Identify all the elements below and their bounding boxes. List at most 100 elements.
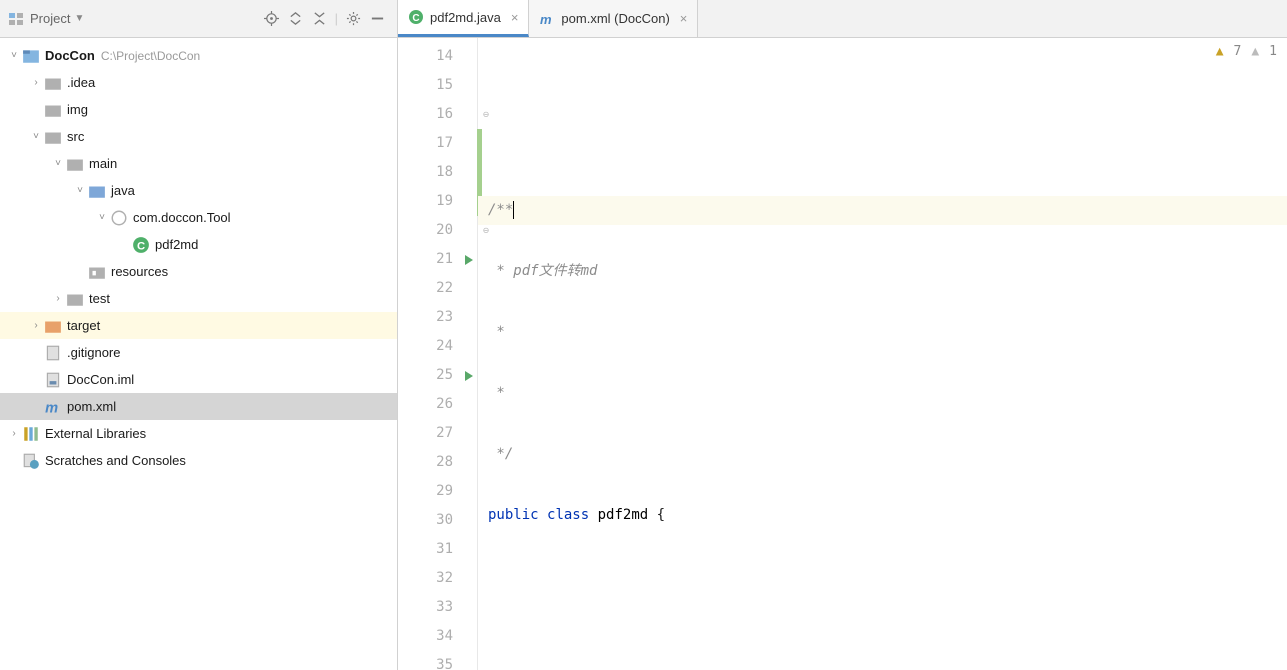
tree-file-iml[interactable]: DocCon.iml [0,366,397,393]
project-view-label[interactable]: Project [30,11,70,26]
tab-label: pom.xml (DocCon) [561,11,669,26]
line-number[interactable]: 28 [398,448,477,477]
line-number[interactable]: 30 [398,506,477,535]
tree-label: java [111,183,135,198]
tab-pom[interactable]: m pom.xml (DocCon) × [529,0,698,37]
tree-label: .idea [67,75,95,90]
svg-text:m: m [45,400,58,415]
run-gutter-icon[interactable] [465,371,473,381]
tree-label: target [67,318,100,333]
chevron-down-icon[interactable]: ▼ [74,13,84,24]
code-line[interactable] [478,74,1287,103]
chevron-down-icon[interactable]: ˅ [94,212,110,223]
line-number[interactable]: 22 [398,274,477,303]
folder-icon [66,155,84,173]
line-number[interactable]: 20⊖ [398,216,477,245]
editor-gutter[interactable]: 14 15 16⊖ 17 18 19 20⊖ 21 22 23 24 25 26… [398,38,478,670]
excluded-folder-icon [44,317,62,335]
code-line[interactable]: */ [478,440,1287,469]
folder-icon [66,290,84,308]
chevron-right-icon[interactable]: › [28,320,44,331]
tree-external-libraries[interactable]: › External Libraries [0,420,397,447]
collapse-all-icon[interactable] [309,8,331,30]
line-number[interactable]: 21 [398,245,477,274]
tree-label: DocCon [45,48,95,63]
line-number[interactable]: 26 [398,390,477,419]
code-line[interactable]: * pdf文件转md [478,257,1287,286]
chevron-down-icon[interactable]: ˅ [72,185,88,196]
code-line[interactable] [478,135,1287,164]
close-icon[interactable]: × [680,11,688,26]
tree-scratches[interactable]: Scratches and Consoles [0,447,397,474]
resources-folder-icon [88,263,106,281]
code-line[interactable]: /** [478,196,1287,225]
tree-label: Scratches and Consoles [45,453,186,468]
hide-icon[interactable] [366,8,388,30]
code-line[interactable] [478,562,1287,591]
line-number[interactable]: 27 [398,419,477,448]
chevron-right-icon[interactable]: › [28,77,44,88]
maven-file-icon: m [539,11,555,27]
code-line[interactable]: public class pdf2md { [478,501,1287,530]
java-class-icon: C [408,9,424,25]
tree-folder-main[interactable]: ˅ main [0,150,397,177]
line-number[interactable]: 32 [398,564,477,593]
tree-label: test [89,291,110,306]
close-icon[interactable]: × [511,10,519,25]
line-number[interactable]: 17 [398,129,477,158]
line-number[interactable]: 31 [398,535,477,564]
libraries-icon [22,425,40,443]
line-number[interactable]: 35 [398,651,477,670]
tab-pdf2md[interactable]: C pdf2md.java × [398,0,529,37]
run-gutter-icon[interactable] [465,255,473,265]
tree-file-pom[interactable]: m pom.xml [0,393,397,420]
expand-all-icon[interactable] [285,8,307,30]
line-number[interactable]: 33 [398,593,477,622]
file-icon [44,344,62,362]
code-line[interactable] [478,623,1287,652]
project-toolbar: Project ▼ | [0,0,397,38]
line-number[interactable]: 15 [398,71,477,100]
tree-folder-java[interactable]: ˅ java [0,177,397,204]
text-caret [513,201,514,219]
line-number[interactable]: 16⊖ [398,100,477,129]
line-number[interactable]: 25 [398,361,477,390]
package-icon [110,209,128,227]
chevron-down-icon[interactable]: ˅ [28,131,44,142]
project-tree: ˅ DocCon C:\Project\DocCon › .idea img ˅… [0,38,397,670]
tree-folder-idea[interactable]: › .idea [0,69,397,96]
folder-icon [44,74,62,92]
tree-folder-img[interactable]: img [0,96,397,123]
tree-class-pdf2md[interactable]: C pdf2md [0,231,397,258]
code-line[interactable]: * [478,318,1287,347]
tree-file-gitignore[interactable]: .gitignore [0,339,397,366]
chevron-right-icon[interactable]: › [6,428,22,439]
editor-body[interactable]: ▲7 ▲1 14 15 16⊖ 17 18 19 20⊖ 21 22 23 24… [398,38,1287,670]
chevron-right-icon[interactable]: › [50,293,66,304]
line-number[interactable]: 34 [398,622,477,651]
editor-area: C pdf2md.java × m pom.xml (DocCon) × ▲7 … [398,0,1287,670]
tab-label: pdf2md.java [430,10,501,25]
code-line[interactable]: * [478,379,1287,408]
tree-folder-target[interactable]: › target [0,312,397,339]
line-number[interactable]: 23 [398,303,477,332]
gear-icon[interactable] [342,8,364,30]
tree-folder-resources[interactable]: resources [0,258,397,285]
line-number[interactable]: 18 [398,158,477,187]
line-number[interactable]: 29 [398,477,477,506]
tree-package[interactable]: ˅ com.doccon.Tool [0,204,397,231]
tree-folder-src[interactable]: ˅ src [0,123,397,150]
line-number[interactable]: 19 [398,187,477,216]
locate-icon[interactable] [261,8,283,30]
editor-tabs: C pdf2md.java × m pom.xml (DocCon) × [398,0,1287,38]
code-area[interactable]: /** * pdf文件转md * * */ public class pdf2m… [478,38,1287,670]
project-view-icon [8,11,24,27]
chevron-down-icon[interactable]: ˅ [6,50,22,61]
tree-label: .gitignore [67,345,120,360]
tree-project-root[interactable]: ˅ DocCon C:\Project\DocCon [0,42,397,69]
tree-path-hint: C:\Project\DocCon [101,49,200,63]
line-number[interactable]: 24 [398,332,477,361]
tree-folder-test[interactable]: › test [0,285,397,312]
chevron-down-icon[interactable]: ˅ [50,158,66,169]
line-number[interactable]: 14 [398,42,477,71]
